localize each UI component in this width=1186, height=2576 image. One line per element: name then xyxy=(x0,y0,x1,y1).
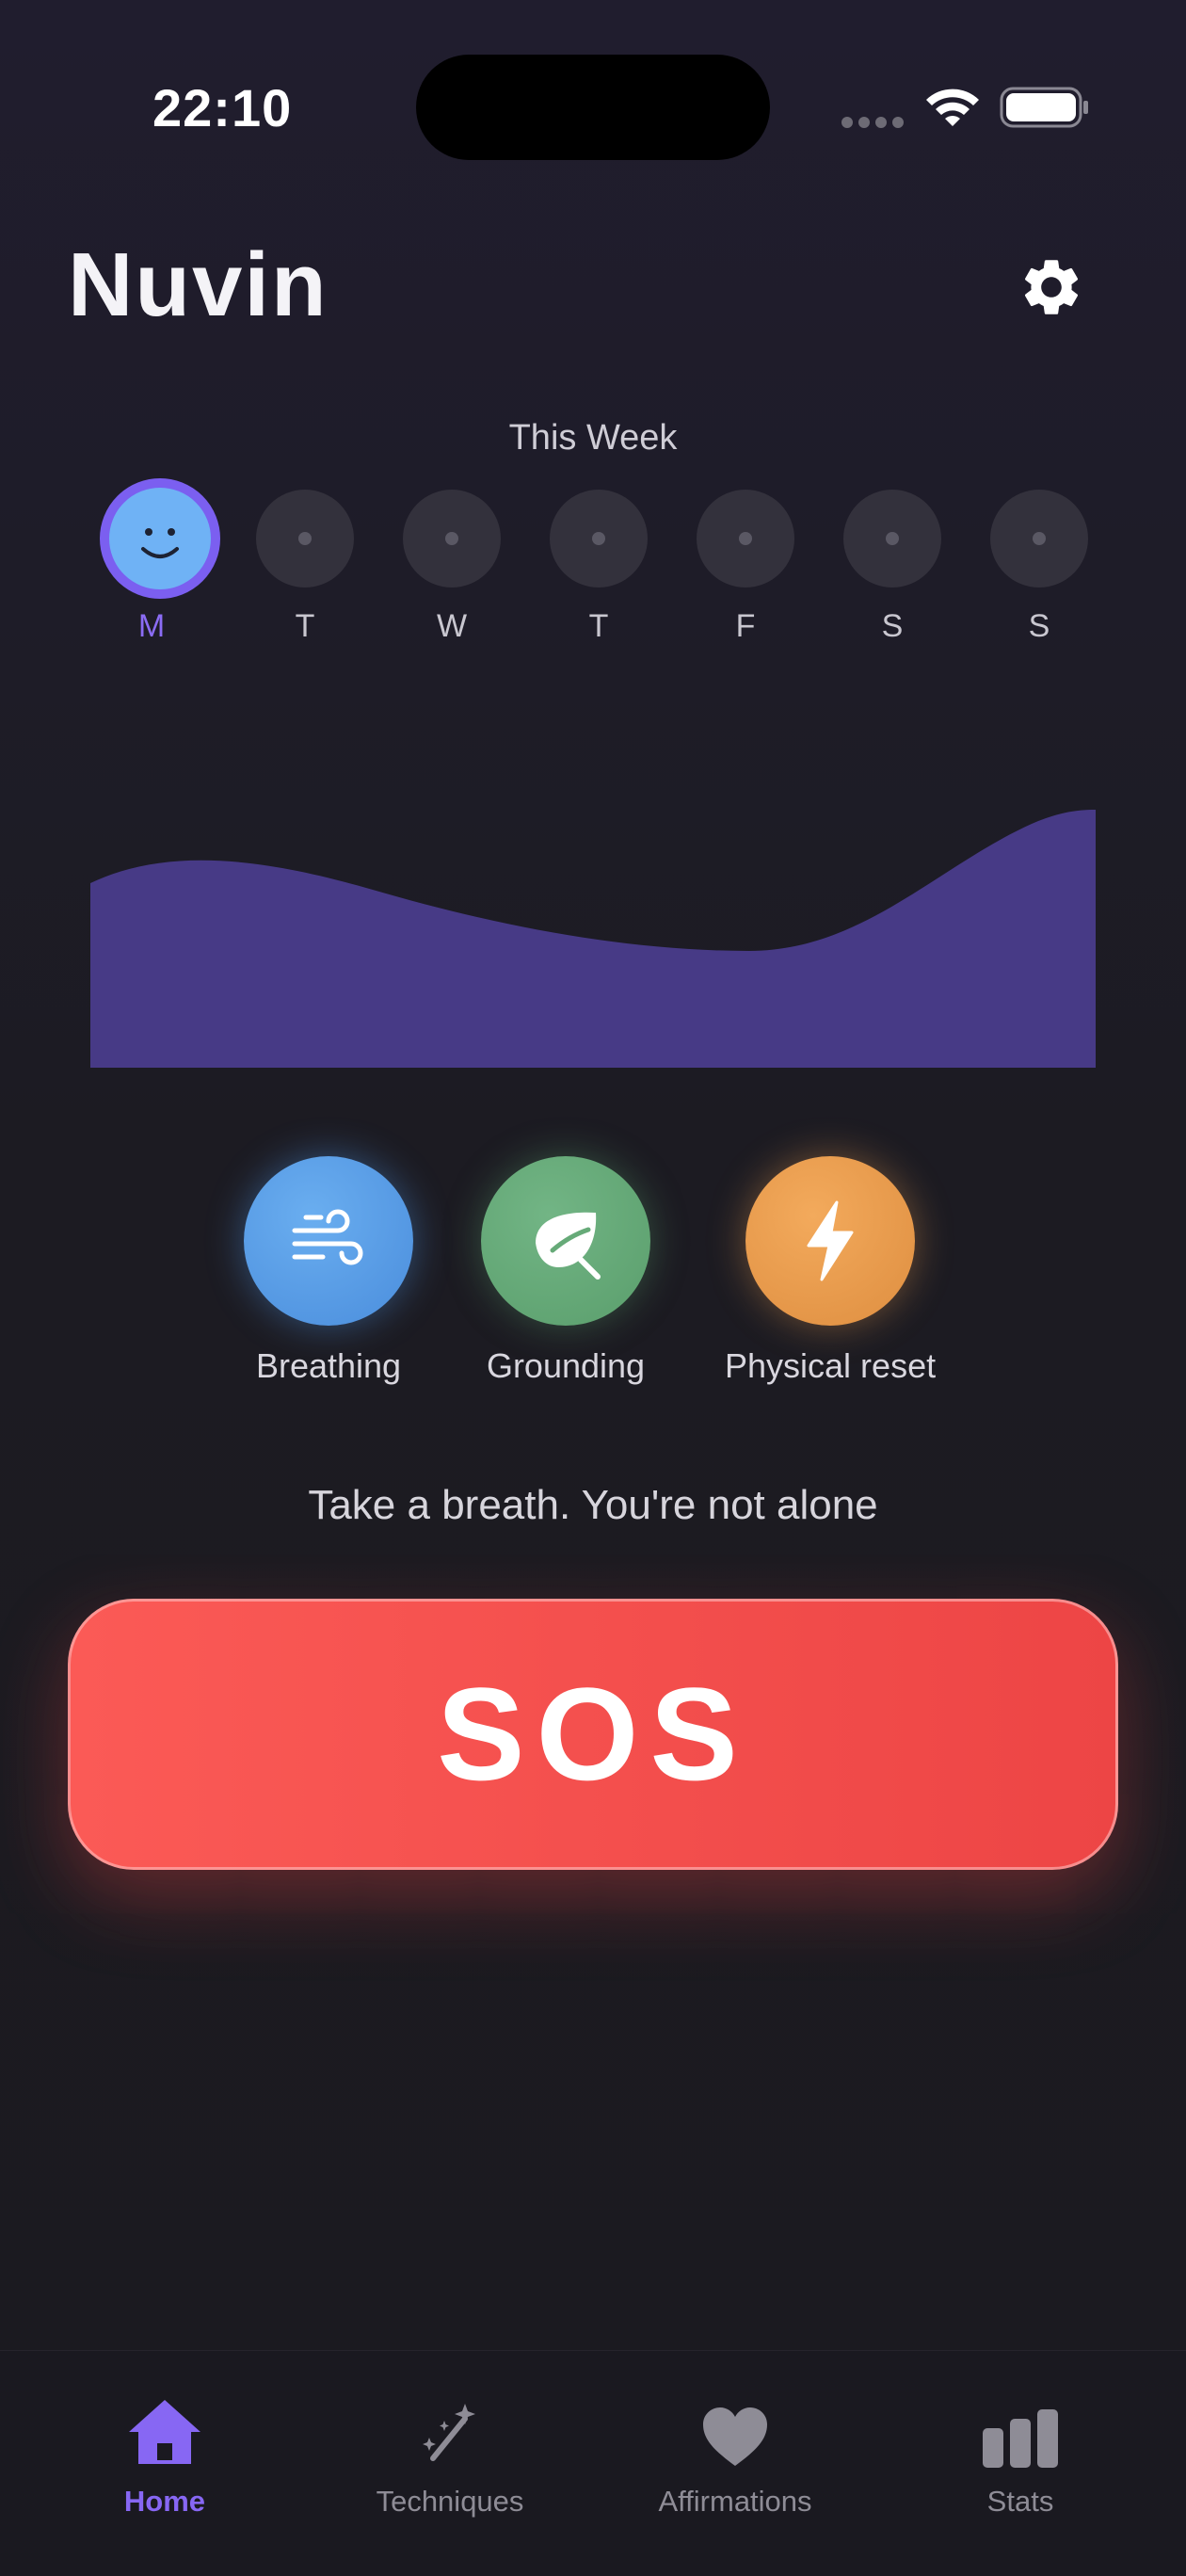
day-label: T xyxy=(588,608,609,644)
tab-label: Techniques xyxy=(376,2485,524,2518)
magic-wand-icon xyxy=(423,2404,475,2461)
sos-button[interactable]: SOS xyxy=(68,1599,1118,1870)
status-time: 22:10 xyxy=(152,78,293,137)
tab-label: Stats xyxy=(986,2485,1054,2518)
day-friday[interactable]: F xyxy=(694,490,797,645)
empty-day-circle xyxy=(697,490,794,588)
breathing-button[interactable] xyxy=(244,1156,413,1326)
week-title: This Week xyxy=(508,418,678,458)
day-label: T xyxy=(295,608,315,644)
physical-reset-button[interactable] xyxy=(745,1156,915,1326)
empty-day-circle xyxy=(550,490,648,588)
heart-icon xyxy=(703,2407,767,2466)
day-thursday[interactable]: T xyxy=(547,490,650,645)
app-title: Nuvin xyxy=(68,234,329,335)
dynamic-island xyxy=(416,55,770,160)
battery-icon xyxy=(1000,87,1088,128)
day-label: W xyxy=(436,608,468,644)
day-saturday[interactable]: S xyxy=(841,490,944,645)
tagline: Take a breath. You're not alone xyxy=(308,1482,878,1528)
mood-wave-chart xyxy=(90,810,1096,1068)
leaf-icon xyxy=(536,1212,601,1280)
empty-day-circle xyxy=(403,490,501,588)
cellular-signal-icon xyxy=(841,117,904,128)
tab-label: Affirmations xyxy=(658,2485,812,2518)
empty-day-circle xyxy=(256,490,354,588)
tab-label: Home xyxy=(123,2485,206,2518)
day-label: M xyxy=(137,608,166,644)
home-screen: 22:10 Nuvin This Week M T W T F S S Brea… xyxy=(0,0,1186,2576)
breathing-label: Breathing xyxy=(255,1346,402,1385)
wifi-icon xyxy=(926,89,979,126)
grounding-action[interactable]: Grounding xyxy=(481,1156,650,1386)
bar-chart-icon xyxy=(983,2409,1058,2468)
breathing-action[interactable]: Breathing xyxy=(244,1156,413,1386)
mood-wave-area xyxy=(90,810,1096,1068)
day-label: F xyxy=(735,608,756,644)
gear-icon xyxy=(1024,260,1079,314)
day-tuesday[interactable]: T xyxy=(253,490,357,645)
empty-day-circle xyxy=(843,490,941,588)
home-icon xyxy=(129,2400,200,2464)
day-monday[interactable]: M xyxy=(100,478,220,645)
tab-home[interactable]: Home xyxy=(52,2392,278,2519)
day-label: S xyxy=(881,608,904,644)
tab-affirmations[interactable]: Affirmations xyxy=(622,2392,848,2519)
tab-techniques[interactable]: Techniques xyxy=(337,2392,563,2519)
day-wednesday[interactable]: W xyxy=(400,490,504,645)
day-label: S xyxy=(1028,608,1050,644)
mood-face-icon xyxy=(100,478,220,599)
tab-bar: Home Techniques Affirmations Stats xyxy=(0,2350,1186,2576)
wind-icon xyxy=(292,1209,363,1265)
grounding-button[interactable] xyxy=(481,1156,650,1326)
physical-reset-label: Physical reset xyxy=(725,1346,937,1385)
grounding-label: Grounding xyxy=(486,1346,646,1385)
tab-stats[interactable]: Stats xyxy=(907,2392,1133,2519)
settings-button[interactable] xyxy=(1013,249,1090,326)
physical-reset-action[interactable]: Physical reset xyxy=(725,1156,936,1386)
lightning-icon xyxy=(807,1200,854,1281)
empty-day-circle xyxy=(990,490,1088,588)
day-sunday[interactable]: S xyxy=(987,490,1091,645)
